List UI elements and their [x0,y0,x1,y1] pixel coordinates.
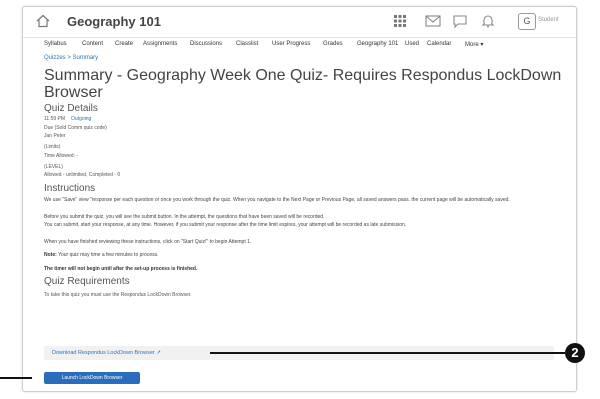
instructions-heading: Instructions [44,183,96,194]
quiz-detail-line: (Limits) [44,144,61,150]
user-name[interactable]: Student [538,17,559,23]
quiz-detail-line: Jan Peter [44,133,66,139]
instructions-paragraph: We use "Save" view "response per each qu… [44,197,510,203]
course-navbar: Syllabus Content Create Assignments Disc… [23,38,576,52]
course-title[interactable]: Geography 101 [67,14,161,29]
nav-item-grades[interactable]: Grades [323,41,343,47]
download-lockdown-link[interactable]: Download Respondus LockDown Browser ↗ [52,350,161,356]
user-avatar[interactable]: G [518,13,536,30]
quiz-requirements-heading: Quiz Requirements [44,276,130,287]
quiz-attempts: Allowed - unlimited, Completed - 0 [44,172,121,178]
nav-item-user-progress[interactable]: User Progress [272,41,310,47]
nav-item-classlist[interactable]: Classlist [236,41,258,47]
instructions-paragraph: When you have finished reviewing these i… [44,239,252,245]
chat-icon[interactable] [452,14,468,28]
chevron-down-icon: ▾ [480,42,484,48]
launch-lockdown-button[interactable]: Launch LockDown Browser [44,372,140,384]
nav-item-calendar[interactable]: Calendar [427,41,451,47]
breadcrumb[interactable]: Quizzes > Summary [44,55,98,61]
timer-warning: The timer will not begin until after the… [44,266,198,272]
nav-more-label: More [465,42,479,48]
callout-line [210,352,565,354]
download-lockdown-label: Download Respondus LockDown Browser [52,350,155,356]
requirements-text: To take this quiz you must use the Respo… [44,292,192,298]
instructions-paragraph: You can submit, start your response, at … [44,222,407,228]
external-link-icon: ↗ [156,350,161,356]
callout-line-left [0,377,32,379]
message-icon[interactable] [425,14,441,28]
browser-frame: Geography 101 G Student Syllabus Content… [22,6,577,392]
nav-item-create[interactable]: Create [115,41,133,47]
nav-item-more[interactable]: More ▾ [465,41,483,48]
quiz-time-row: 11:59 PM Outgoing [44,116,91,122]
instructions-paragraph: Before you submit the quiz, you will see… [44,214,325,220]
notification-icon[interactable] [480,14,496,28]
top-header: Geography 101 G Student [23,7,576,38]
home-icon[interactable] [36,14,50,28]
nav-item-assignments[interactable]: Assignments [143,41,177,47]
nav-item-discussions[interactable]: Discussions [190,41,222,47]
nav-item-content[interactable]: Content [82,41,103,47]
quiz-detail-line: Time Allowed: - [44,153,78,159]
quiz-time-link[interactable]: Outgoing [71,116,91,122]
quiz-detail-line: Due (Sold Comm quiz code) [44,125,107,131]
note-text: Your quiz may time a few minutes to proc… [58,252,159,258]
page-title: Summary - Geography Week One Quiz- Requi… [44,67,562,101]
grid-icon[interactable] [393,14,407,28]
nav-item-used[interactable]: Used [405,41,419,47]
quiz-details-heading: Quiz Details [44,103,98,114]
quiz-detail-line: (LEVEL) [44,164,63,170]
top-icon-group [368,14,518,30]
callout-badge: 2 [565,343,585,363]
note-line: Note: Your quiz may time a few minutes t… [44,252,159,258]
nav-item-geography[interactable]: Geography 101 [357,41,398,47]
nav-item-syllabus[interactable]: Syllabus [44,41,67,47]
note-label: Note: [44,252,57,258]
quiz-time: 11:59 PM [44,116,66,122]
